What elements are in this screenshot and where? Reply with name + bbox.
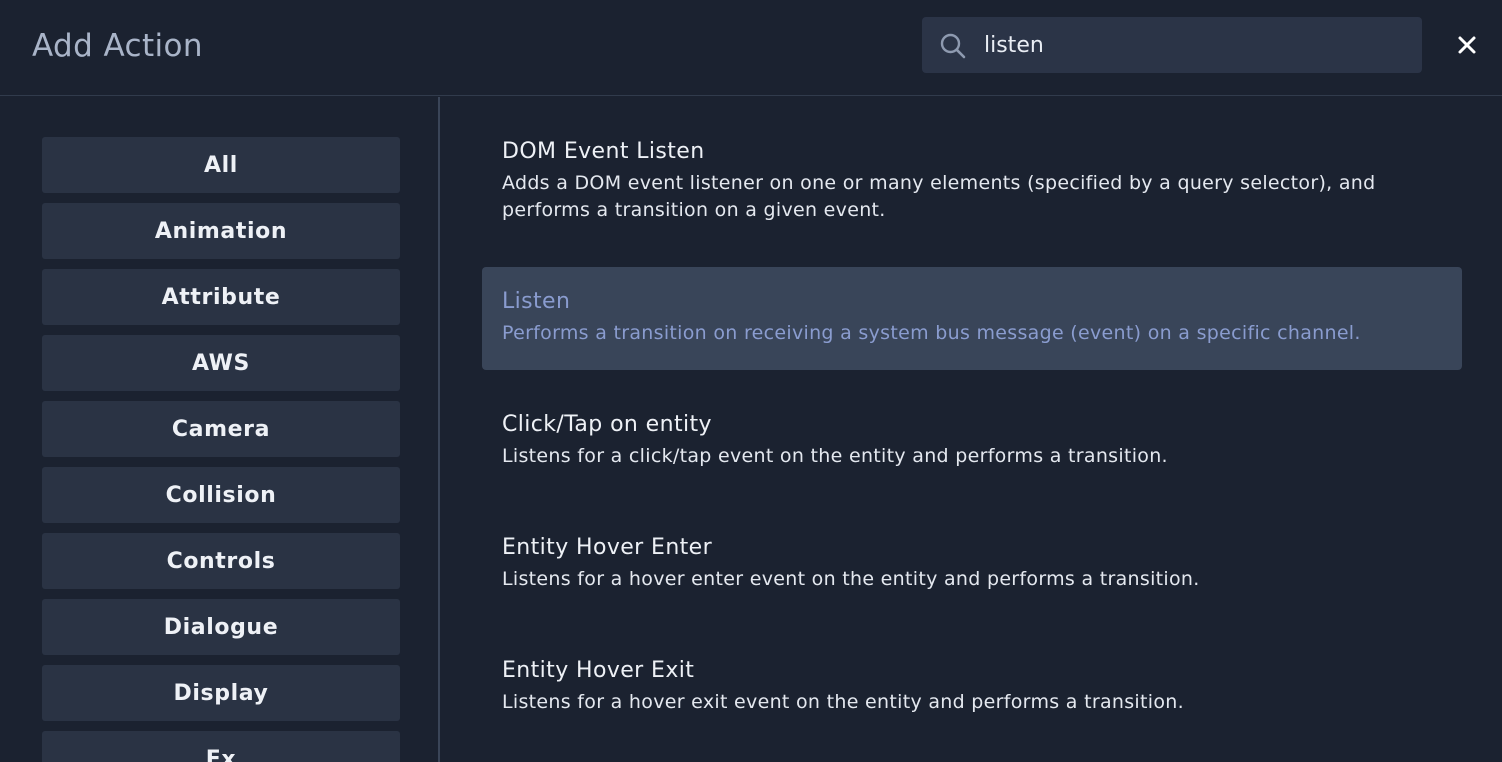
action-name: Entity Hover Enter (502, 535, 713, 560)
category-dialogue-button[interactable]: Dialogue (42, 599, 400, 655)
action-item-dom-event-listen[interactable]: DOM Event Listen Adds a DOM event listen… (482, 137, 1462, 224)
category-all-button[interactable]: All (42, 137, 400, 193)
action-item-entity-hover-exit[interactable]: Entity Hover Exit Listens for a hover ex… (482, 656, 1462, 716)
dialog-title: Add Action (32, 28, 203, 64)
add-action-dialog: Add Action All Animation Attribute AWS C… (0, 0, 1502, 762)
action-item-listen[interactable]: Listen Performs a transition on receivin… (482, 267, 1462, 370)
category-fx-button[interactable]: Fx (42, 731, 400, 762)
category-display-button[interactable]: Display (42, 665, 400, 721)
action-list: DOM Event Listen Adds a DOM event listen… (442, 97, 1502, 762)
search-input[interactable] (984, 17, 1404, 73)
action-description: Listens for a click/tap event on the ent… (502, 445, 1168, 467)
category-camera-button[interactable]: Camera (42, 401, 400, 457)
action-item-click-tap-on-entity[interactable]: Click/Tap on entity Listens for a click/… (482, 410, 1462, 470)
action-name: Entity Hover Exit (502, 658, 695, 683)
action-item-entity-hover-enter[interactable]: Entity Hover Enter Listens for a hover e… (482, 533, 1462, 593)
category-aws-button[interactable]: AWS (42, 335, 400, 391)
action-description: Listens for a hover exit event on the en… (502, 691, 1184, 713)
action-description: Listens for a hover enter event on the e… (502, 568, 1200, 590)
action-name: DOM Event Listen (502, 139, 705, 164)
search-box[interactable] (922, 17, 1422, 73)
dialog-header: Add Action (0, 0, 1502, 96)
action-name: Click/Tap on entity (502, 412, 712, 437)
category-controls-button[interactable]: Controls (42, 533, 400, 589)
action-description: Performs a transition on receiving a sys… (502, 322, 1361, 344)
search-icon (940, 33, 966, 59)
category-animation-button[interactable]: Animation (42, 203, 400, 259)
category-attribute-button[interactable]: Attribute (42, 269, 400, 325)
action-name: Listen (502, 289, 571, 314)
category-sidebar[interactable]: All Animation Attribute AWS Camera Colli… (0, 97, 440, 762)
category-collision-button[interactable]: Collision (42, 467, 400, 523)
action-description: Adds a DOM event listener on one or many… (502, 172, 1376, 221)
close-icon[interactable] (1452, 30, 1482, 60)
